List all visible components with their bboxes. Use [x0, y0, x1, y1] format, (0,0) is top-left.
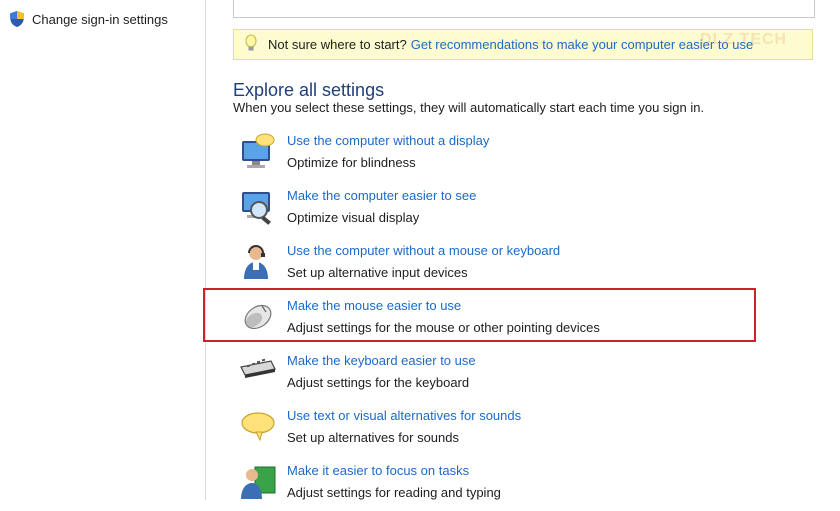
sidebar-link-label: Change sign-in settings [32, 11, 168, 27]
list-item[interactable]: Make it easier to focus on tasks Adjust … [238, 463, 758, 511]
top-panel [233, 0, 815, 18]
watermark: DLZ TECH [700, 31, 788, 48]
item-subtitle: Adjust settings for the keyboard [287, 375, 470, 390]
lightbulb-icon [244, 34, 258, 55]
item-title[interactable]: Use the computer without a display [287, 133, 489, 148]
item-subtitle: Set up alternatives for sounds [287, 430, 459, 445]
item-title[interactable]: Use text or visual alternatives for soun… [287, 408, 521, 423]
keyboard-icon [238, 353, 278, 393]
person-headset-icon [238, 243, 278, 283]
uac-shield-icon [8, 10, 26, 28]
list-item[interactable]: Use the computer without a display Optim… [238, 133, 758, 181]
tip-text: Not sure where to start? [268, 37, 407, 52]
section-description: When you select these settings, they wil… [233, 100, 705, 115]
list-item[interactable]: Make the keyboard easier to use Adjust s… [238, 353, 758, 401]
item-title[interactable]: Use the computer without a mouse or keyb… [287, 243, 560, 258]
monitor-magnifier-icon [238, 188, 278, 228]
list-item[interactable]: Use text or visual alternatives for soun… [238, 408, 758, 456]
speech-bubble-icon [238, 408, 278, 448]
change-sign-in-settings-link[interactable]: Change sign-in settings [8, 10, 168, 28]
item-subtitle: Adjust settings for reading and typing [287, 485, 501, 500]
monitor-speech-icon [238, 133, 278, 173]
item-subtitle: Optimize visual display [287, 210, 420, 225]
item-title[interactable]: Make it easier to focus on tasks [287, 463, 469, 478]
person-book-icon [238, 463, 278, 503]
list-item[interactable]: Use the computer without a mouse or keyb… [238, 243, 758, 291]
item-subtitle: Set up alternative input devices [287, 265, 468, 280]
item-title[interactable]: Make the computer easier to see [287, 188, 476, 203]
sidebar: Change sign-in settings [0, 0, 206, 500]
item-subtitle: Optimize for blindness [287, 155, 416, 170]
list-item[interactable]: Make the computer easier to see Optimize… [238, 188, 758, 236]
section-title: Explore all settings [233, 80, 385, 100]
highlight-box [203, 288, 756, 342]
item-title[interactable]: Make the keyboard easier to use [287, 353, 476, 368]
